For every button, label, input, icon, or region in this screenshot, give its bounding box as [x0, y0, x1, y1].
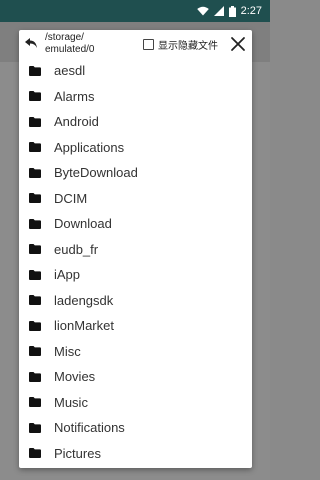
wifi-icon	[196, 6, 209, 16]
close-button[interactable]	[230, 36, 246, 52]
folder-item[interactable]: lionMarket	[19, 313, 252, 339]
folder-name: Pictures	[54, 445, 101, 461]
folder-name: Applications	[54, 139, 125, 155]
folder-item[interactable]: Alarms	[19, 84, 252, 110]
folder-item[interactable]: Music	[19, 390, 252, 416]
folder-icon	[29, 320, 41, 331]
folder-item[interactable]: ladengsdk	[19, 288, 252, 314]
show-hidden-label: 显示隐藏文件	[158, 41, 218, 52]
folder-icon	[29, 142, 41, 153]
signal-icon	[213, 6, 224, 16]
folder-icon	[29, 91, 41, 102]
back-button[interactable]	[23, 35, 39, 51]
folder-icon	[29, 397, 41, 408]
folder-picker-dialog: /storage/ emulated/0 显示隐藏文件 aesdl Alarms A…	[19, 30, 252, 468]
folder-icon	[29, 448, 41, 459]
folder-item[interactable]: Misc	[19, 339, 252, 365]
folder-name: Download	[54, 216, 112, 232]
folder-item[interactable]: Applications	[19, 135, 252, 161]
folder-name: ByteDownload	[54, 165, 138, 181]
folder-item[interactable]: Movies	[19, 364, 252, 390]
folder-name: lionMarket	[54, 318, 114, 334]
folder-item[interactable]: ByteDownload	[19, 160, 252, 186]
folder-item[interactable]: Pictures	[19, 441, 252, 467]
back-arrow-icon	[25, 38, 37, 48]
folder-item[interactable]: aesdl	[19, 58, 252, 84]
folder-item[interactable]: iApp	[19, 262, 252, 288]
folder-name: DCIM	[54, 190, 88, 206]
folder-item[interactable]: eudb_fr	[19, 237, 252, 263]
folder-name: Music	[54, 394, 88, 410]
folder-name: Notifications	[54, 420, 125, 436]
folder-icon	[29, 116, 41, 127]
folder-icon	[29, 65, 41, 76]
status-icons: 2:27	[196, 0, 262, 22]
folder-icon	[29, 193, 41, 204]
folder-name: Alarms	[54, 88, 95, 104]
folder-name: iApp	[54, 267, 81, 283]
folder-name: Movies	[54, 369, 96, 385]
show-hidden-checkbox[interactable]	[143, 39, 154, 50]
folder-icon	[29, 371, 41, 382]
status-bar: 2:27	[0, 0, 270, 22]
folder-icon	[29, 167, 41, 178]
battery-icon	[228, 5, 236, 17]
folder-icon	[29, 346, 41, 357]
current-path: /storage/ emulated/0	[45, 32, 95, 55]
folder-icon	[29, 244, 41, 255]
folder-item[interactable]: Download	[19, 211, 252, 237]
folder-name: Android	[54, 114, 99, 130]
close-icon	[231, 37, 245, 51]
folder-item[interactable]: DCIM	[19, 186, 252, 212]
folder-name: eudb_fr	[54, 241, 99, 257]
folder-name: Misc	[54, 343, 81, 359]
folder-name: ladengsdk	[54, 292, 114, 308]
folder-icon	[29, 218, 41, 229]
folder-name: aesdl	[54, 63, 86, 79]
folder-list: aesdl Alarms Android Applications ByteDownlo…	[19, 58, 252, 466]
folder-item[interactable]: Notifications	[19, 415, 252, 441]
folder-icon	[29, 422, 41, 433]
status-time: 2:27	[240, 5, 262, 17]
folder-icon	[29, 295, 41, 306]
show-hidden-toggle[interactable]: 显示隐藏文件	[143, 37, 218, 52]
folder-item[interactable]: Android	[19, 109, 252, 135]
folder-icon	[29, 269, 41, 280]
